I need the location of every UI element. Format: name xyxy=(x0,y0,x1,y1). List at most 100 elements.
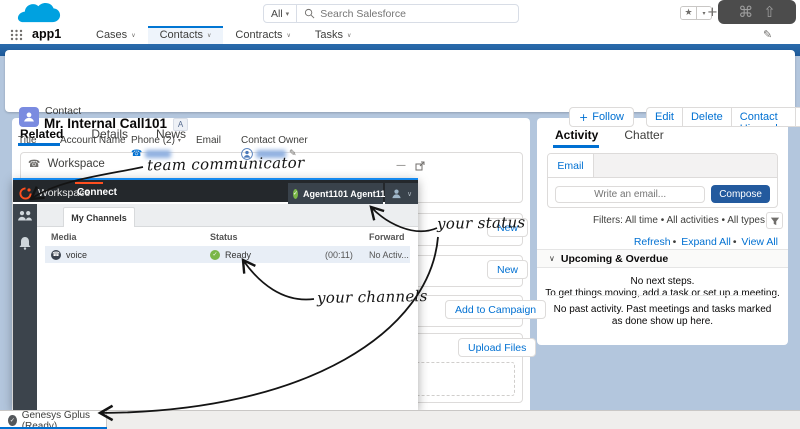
app-launcher-icon[interactable] xyxy=(10,29,23,41)
nav-tabs: Cases∨ Contacts∨ Contracts∨ Tasks∨ xyxy=(84,26,363,44)
record-badge: A xyxy=(173,118,188,131)
keystroke-overlay: ⌘ ⇧ xyxy=(718,0,796,24)
salesforce-screen: All ▾ ★ ▾ + ⌘ ⇧ app1 Cases∨ Contacts∨ Co… xyxy=(0,0,800,429)
active-tab-underline xyxy=(553,145,599,148)
annotation-your-status: your status xyxy=(437,213,526,233)
forward-value: No Activ... xyxy=(365,250,410,260)
record-name: Mr. Internal Call101 xyxy=(44,116,167,131)
shift-key-icon: ⇧ xyxy=(763,3,776,21)
email-input[interactable] xyxy=(555,186,705,203)
phone-icon: ☎ xyxy=(28,159,40,170)
email-composer: Email Compose xyxy=(547,153,778,208)
no-past-activity-text: No past activity. Past meetings and task… xyxy=(537,304,788,328)
global-header: All ▾ ★ ▾ + ⌘ ⇧ xyxy=(0,0,800,26)
notifications-bell-icon[interactable] xyxy=(19,236,31,250)
annotation-team-communicator: team communicator xyxy=(147,154,305,175)
record-action-group: Edit Delete View Contact Hierarchy ▾ xyxy=(646,107,800,127)
expand-all-link[interactable]: Expand All xyxy=(681,236,731,248)
view-all-link[interactable]: View All xyxy=(741,236,778,248)
col-forward: Forward xyxy=(365,232,410,242)
channels-table-header: Media Status Forward xyxy=(45,228,410,246)
chevron-down-icon: ∨ xyxy=(407,190,412,198)
compose-button[interactable]: Compose xyxy=(711,185,770,203)
search-scope-dropdown[interactable]: All ▾ xyxy=(264,5,297,22)
activity-tabs: Activity Chatter xyxy=(555,128,664,142)
voice-media-icon: ☎ xyxy=(51,250,61,260)
upload-files-button[interactable]: Upload Files xyxy=(458,338,536,357)
email-tab[interactable]: Email xyxy=(548,154,594,177)
new-button[interactable]: New xyxy=(487,260,528,279)
channel-row-voice[interactable]: ☎ voice ✓ Ready (00:11) No Activ... xyxy=(45,246,410,263)
team-communicator-icon[interactable] xyxy=(17,209,33,222)
chevron-down-icon[interactable]: ∨ xyxy=(347,32,351,39)
nav-tab-tasks[interactable]: Tasks∨ xyxy=(303,26,364,44)
record-header-card: Contact Mr. Internal Call101 A + Follow … xyxy=(5,50,795,112)
col-media: Media xyxy=(45,232,210,242)
ready-check-icon: ✓ xyxy=(210,250,220,260)
activity-links: Refresh• Expand All• View All xyxy=(547,236,778,248)
connect-menu[interactable]: Connect xyxy=(77,187,117,198)
workspace-panel-title: ☎ Workspace xyxy=(28,158,105,170)
phone-icon: ☎ xyxy=(131,149,142,159)
media-value: voice xyxy=(66,250,87,260)
popout-icon[interactable] xyxy=(415,161,425,171)
genesys-gplus-utility-tab[interactable]: ✓ Genesys Gplus (Ready) xyxy=(0,411,107,429)
my-channels-tab[interactable]: My Channels xyxy=(63,207,135,227)
no-next-steps-text: No next steps. To get things moving, add… xyxy=(537,276,788,300)
app-name: app1 xyxy=(32,27,61,41)
tab-activity[interactable]: Activity xyxy=(555,128,598,142)
genesys-logo-icon xyxy=(19,187,32,200)
genesys-tabstrip: My Channels xyxy=(37,204,418,227)
view-hierarchy-button[interactable]: View Contact Hierarchy xyxy=(732,108,796,126)
salesforce-logo-icon xyxy=(16,2,62,25)
composer-tabstrip: Email xyxy=(548,154,777,178)
chevron-down-icon[interactable]: ∨ xyxy=(131,32,135,39)
chevron-down-icon[interactable]: ∨ xyxy=(207,32,211,39)
workspace-panel-controls: — xyxy=(396,160,425,171)
nav-tab-contacts[interactable]: Contacts∨ xyxy=(148,26,224,44)
more-actions-dropdown[interactable]: ▾ xyxy=(796,108,800,126)
activity-card: Activity Chatter Email Compose Filters: … xyxy=(537,118,788,345)
utility-bar: ✓ Genesys Gplus (Ready) xyxy=(0,410,800,429)
search-input[interactable] xyxy=(320,8,518,20)
search-scope-label: All xyxy=(271,8,283,20)
agent-menu[interactable]: ∨ xyxy=(385,183,418,204)
follow-button[interactable]: + Follow xyxy=(569,107,634,127)
ready-check-icon: ✓ xyxy=(8,415,17,426)
add-to-campaign-button[interactable]: Add to Campaign xyxy=(445,300,546,319)
collapse-chevron-icon: ∨ xyxy=(549,254,555,263)
plus-icon: + xyxy=(579,111,588,124)
divider xyxy=(547,295,778,296)
ready-status-icon: ✓ xyxy=(293,189,298,199)
agent-status-dropdown[interactable]: ✓ Agent1101 Agent1101 ∨ xyxy=(288,183,383,204)
channels-table: Media Status Forward ☎ voice ✓ Ready (00… xyxy=(45,228,410,263)
upcoming-overdue-section[interactable]: ∨ Upcoming & Overdue xyxy=(537,249,788,268)
annotation-your-channels: your channels xyxy=(317,287,428,307)
field-title: Title xyxy=(18,135,60,159)
cmd-key-icon: ⌘ xyxy=(738,3,753,21)
filters-summary: Filters: All time • All activities • All… xyxy=(547,215,765,226)
edit-nav-pencil-icon[interactable]: ✎ xyxy=(763,28,772,41)
col-status: Status xyxy=(210,232,325,242)
chevron-down-icon: ▾ xyxy=(286,10,290,18)
nav-tab-cases[interactable]: Cases∨ xyxy=(84,26,148,44)
funnel-icon xyxy=(770,216,780,226)
phone-dropdown-icon[interactable]: ▾ xyxy=(178,137,181,144)
quick-create-icon[interactable]: + xyxy=(707,5,718,20)
genesys-titlebar: Workspace Connect ✓ Agent1101 Agent1101 … xyxy=(13,178,418,202)
nav-tab-contracts[interactable]: Contracts∨ xyxy=(223,26,302,44)
refresh-link[interactable]: Refresh xyxy=(634,236,671,248)
edit-button[interactable]: Edit xyxy=(647,108,683,126)
chevron-down-icon[interactable]: ∨ xyxy=(287,32,291,39)
contact-entity-icon xyxy=(19,107,39,127)
minimize-icon[interactable]: — xyxy=(396,160,406,171)
filter-button[interactable] xyxy=(766,212,783,229)
status-timer: (00:11) xyxy=(325,250,365,260)
field-account-name: Account Name xyxy=(60,135,131,159)
app-navbar: app1 Cases∨ Contacts∨ Contracts∨ Tasks∨ … xyxy=(0,26,800,44)
genesys-sidebar: ? xyxy=(13,204,37,410)
delete-button[interactable]: Delete xyxy=(683,108,732,126)
tab-chatter[interactable]: Chatter xyxy=(624,128,663,142)
star-icon[interactable]: ★ xyxy=(681,7,696,19)
global-search[interactable]: All ▾ xyxy=(263,4,519,23)
